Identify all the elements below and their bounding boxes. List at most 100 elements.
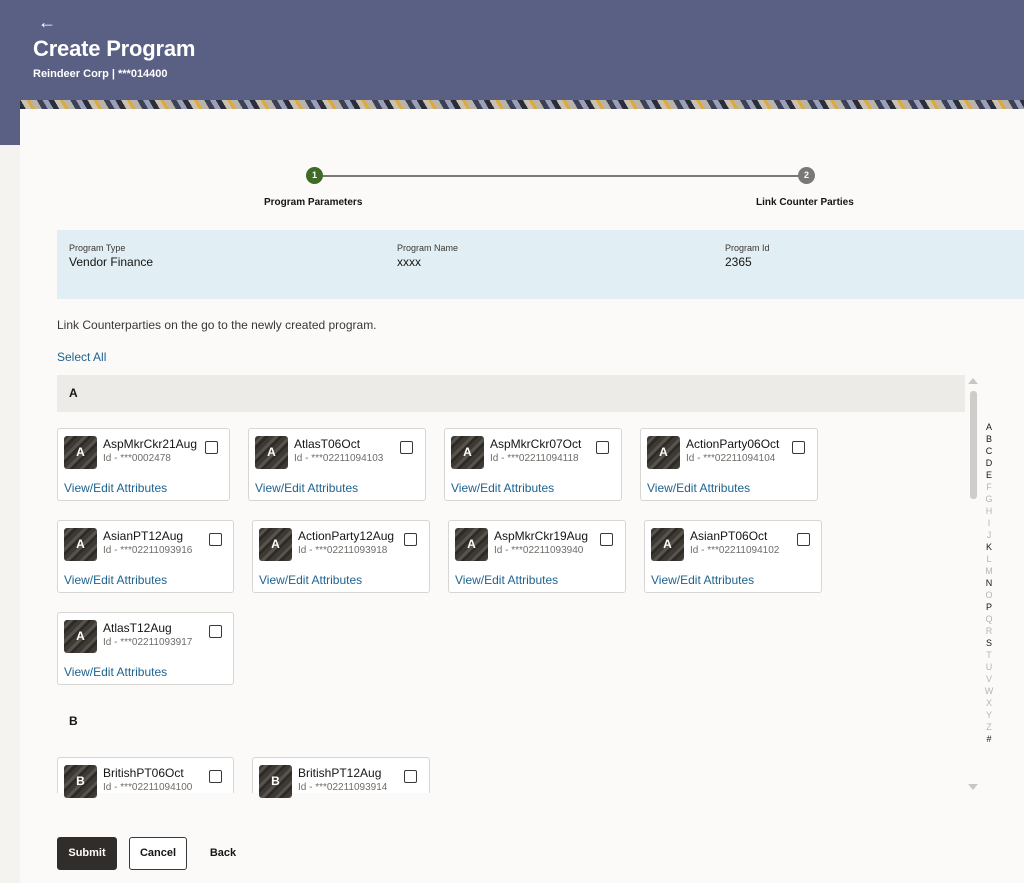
step-1-label: Program Parameters xyxy=(264,197,363,208)
counterparty-checkbox[interactable] xyxy=(600,533,613,546)
counterparty-checkbox[interactable] xyxy=(404,533,417,546)
alphabet-index-letter: F xyxy=(986,482,992,492)
program-name-label: Program Name xyxy=(397,243,459,253)
program-type-label: Program Type xyxy=(69,243,126,253)
view-edit-attributes-link[interactable]: View/Edit Attributes xyxy=(64,665,167,679)
counterparty-checkbox[interactable] xyxy=(209,625,222,638)
view-edit-attributes-link[interactable]: View/Edit Attributes xyxy=(259,573,362,587)
view-edit-attributes-link[interactable]: View/Edit Attributes xyxy=(64,573,167,587)
view-edit-attributes-link[interactable]: View/Edit Attributes xyxy=(455,573,558,587)
submit-button[interactable]: Submit xyxy=(57,837,117,870)
counterparty-card: A AspMkrCkr19Aug Id - ***02211093940 Vie… xyxy=(448,520,626,593)
counterparty-name: AspMkrCkr21Aug xyxy=(103,437,198,451)
view-edit-attributes-link[interactable]: View/Edit Attributes xyxy=(651,573,754,587)
counterparty-name: AtlasT06Oct xyxy=(294,437,361,451)
counterparty-checkbox[interactable] xyxy=(596,441,609,454)
decorative-pattern-strip xyxy=(20,100,1024,109)
counterparty-checkbox[interactable] xyxy=(209,533,222,546)
counterparty-checkbox[interactable] xyxy=(209,770,222,783)
alphabet-index-letter[interactable]: N xyxy=(981,577,997,589)
alphabet-index-letter[interactable]: C xyxy=(981,445,997,457)
avatar: A xyxy=(259,528,292,561)
scroll-down-arrow-icon[interactable] xyxy=(968,784,978,790)
program-name-field: Program Name xxxx xyxy=(397,243,458,269)
alphabet-index-letter[interactable]: K xyxy=(981,541,997,553)
counterparty-checkbox[interactable] xyxy=(205,441,218,454)
alphabet-index-letter: L xyxy=(986,554,992,564)
counterparty-id: Id - ***02211093940 xyxy=(494,545,584,556)
counterparty-id: Id - ***02211093914 xyxy=(298,782,388,793)
alphabet-index-letter[interactable]: P xyxy=(981,601,997,613)
group-header-a: A xyxy=(57,375,965,412)
alphabet-index-letter: G xyxy=(985,494,993,504)
alphabet-index-letter[interactable]: S xyxy=(981,637,997,649)
view-edit-attributes-link[interactable]: View/Edit Attributes xyxy=(64,481,167,495)
counterparty-name: ActionParty12Aug xyxy=(298,529,395,543)
counterparty-card: A AsianPT06Oct Id - ***02211094102 View/… xyxy=(644,520,822,593)
avatar: B xyxy=(64,765,97,798)
counterparty-id: Id - ***02211093918 xyxy=(298,545,388,556)
counterparty-checkbox[interactable] xyxy=(400,441,413,454)
select-all-link[interactable]: Select All xyxy=(57,350,106,364)
avatar: A xyxy=(455,528,488,561)
counterparty-id: Id - ***02211094104 xyxy=(686,453,776,464)
counterparty-card: A ActionParty06Oct Id - ***02211094104 V… xyxy=(640,428,818,501)
counterparty-name: AspMkrCkr19Aug xyxy=(494,529,589,543)
view-edit-attributes-link[interactable]: View/Edit Attributes xyxy=(451,481,554,495)
program-id-label: Program Id xyxy=(725,243,770,253)
avatar: A xyxy=(64,528,97,561)
avatar: A xyxy=(64,436,97,469)
counterparty-card: A AsianPT12Aug Id - ***02211093916 View/… xyxy=(57,520,234,593)
counterparty-card: A AtlasT12Aug Id - ***02211093917 View/E… xyxy=(57,612,234,685)
avatar: B xyxy=(259,765,292,798)
alphabet-index-letter: Y xyxy=(985,710,992,720)
alphabet-index-letter: W xyxy=(984,686,994,696)
counterparty-card: A AspMkrCkr07Oct Id - ***02211094118 Vie… xyxy=(444,428,622,501)
group-letter-b: B xyxy=(69,714,78,728)
alphabet-index-letter[interactable]: # xyxy=(981,733,997,745)
alphabet-index-letter[interactable]: B xyxy=(981,433,997,445)
avatar: A xyxy=(255,436,288,469)
stepper-connector xyxy=(314,175,806,177)
party-subtitle: Reindeer Corp | ***014400 xyxy=(33,68,168,80)
avatar: A xyxy=(651,528,684,561)
counterparty-checkbox[interactable] xyxy=(404,770,417,783)
alphabet-index-letter: U xyxy=(985,662,993,672)
alphabet-index-letter[interactable]: A xyxy=(981,421,997,433)
alphabet-index-letter: H xyxy=(985,506,993,516)
scroll-up-arrow-icon[interactable] xyxy=(968,378,978,384)
alphabet-index-letter: I xyxy=(987,518,991,528)
alphabet-index-letter[interactable]: E xyxy=(981,469,997,481)
counterparty-id: Id - ***02211094118 xyxy=(490,453,579,464)
avatar: A xyxy=(451,436,484,469)
cancel-button[interactable]: Cancel xyxy=(129,837,187,870)
counterparty-id: Id - ***02211094100 xyxy=(103,782,193,793)
step-2-indicator[interactable]: 2 xyxy=(798,167,815,184)
view-edit-attributes-link[interactable]: View/Edit Attributes xyxy=(647,481,750,495)
group-letter-a: A xyxy=(69,386,78,400)
step-1-indicator[interactable]: 1 xyxy=(306,167,323,184)
alphabet-index-letter[interactable]: D xyxy=(981,457,997,469)
counterparty-card: A ActionParty12Aug Id - ***02211093918 V… xyxy=(252,520,430,593)
program-type-value: Vendor Finance xyxy=(69,255,154,269)
back-button[interactable]: Back xyxy=(199,837,247,870)
alphabet-index: A B C D E F G H I J K L M N O P Q R S T U V W X Y Z # xyxy=(981,421,997,745)
alphabet-index-letter: X xyxy=(985,698,992,708)
alphabet-index-letter: T xyxy=(986,650,992,660)
program-id-value: 2365 xyxy=(725,255,752,269)
counterparty-checkbox[interactable] xyxy=(797,533,810,546)
alphabet-index-letter: V xyxy=(985,674,992,684)
counterparty-checkbox[interactable] xyxy=(792,441,805,454)
counterparty-card: A AspMkrCkr21Aug Id - ***0002478 View/Ed… xyxy=(57,428,230,501)
counterparty-name: BritishPT06Oct xyxy=(103,766,184,780)
view-edit-attributes-link[interactable]: View/Edit Attributes xyxy=(255,481,358,495)
scrollbar-thumb[interactable] xyxy=(970,391,977,499)
alphabet-index-letter: Z xyxy=(986,722,992,732)
back-arrow-icon[interactable]: ← xyxy=(38,12,56,32)
alphabet-index-letter: R xyxy=(985,626,993,636)
counterparty-card: A AtlasT06Oct Id - ***02211094103 View/E… xyxy=(248,428,426,501)
step-2-label: Link Counter Parties xyxy=(756,197,854,208)
counterparty-name: AsianPT06Oct xyxy=(690,529,768,543)
intro-text: Link Counterparties on the go to the new… xyxy=(57,318,377,332)
counterparty-name: AspMkrCkr07Oct xyxy=(490,437,582,451)
